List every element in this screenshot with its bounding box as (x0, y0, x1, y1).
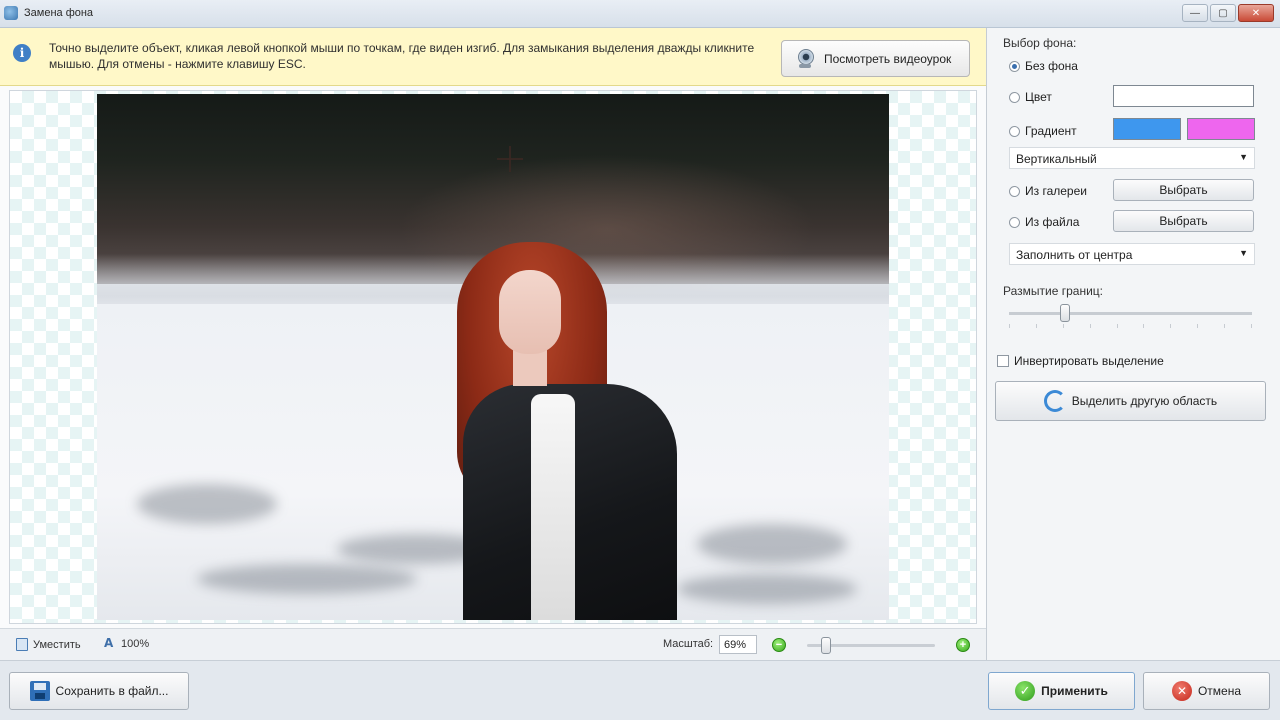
select-other-area-label: Выделить другую область (1071, 394, 1218, 408)
radio-gradient[interactable] (1009, 125, 1020, 137)
window-controls: — ▢ ✕ (1182, 4, 1274, 22)
option-color[interactable]: Цвет (1009, 90, 1052, 104)
gallery-choose-button[interactable]: Выбрать (1113, 179, 1254, 201)
cancel-label: Отмена (1197, 684, 1242, 698)
gradient-color-1-swatch[interactable] (1113, 118, 1181, 140)
option-gallery-label: Из галереи (1025, 184, 1087, 198)
chevron-down-icon: ▼ (1239, 152, 1248, 162)
crosshair-cursor-icon (497, 146, 523, 172)
photo-face (499, 270, 561, 354)
watch-video-tutorial-button[interactable]: Посмотреть видеоурок (781, 40, 970, 77)
scale-value-field[interactable]: 69% (719, 635, 757, 654)
select-other-area-button[interactable]: Выделить другую область (995, 381, 1266, 421)
apply-button[interactable]: ✓ Применить (988, 672, 1135, 710)
invert-selection-checkbox-row[interactable]: Инвертировать выделение (997, 354, 1164, 368)
radio-gallery[interactable] (1009, 185, 1020, 197)
actual-size-icon (104, 636, 116, 650)
save-to-file-label: Сохранить в файл... (55, 684, 169, 698)
chevron-down-icon: ▼ (1239, 248, 1248, 258)
scale-label-text: Масштаб: (663, 638, 714, 650)
edge-blur-ticks (1009, 324, 1252, 328)
option-no-background-label: Без фона (1025, 59, 1078, 73)
option-no-background[interactable]: Без фона (1009, 59, 1078, 73)
option-file[interactable]: Из файла (1009, 215, 1079, 229)
option-file-label: Из файла (1025, 215, 1080, 229)
background-settings-panel: Выбор фона: Без фона Цвет Градиент Верти… (986, 28, 1280, 660)
hint-bar: i Точно выделите объект, кликая левой кн… (0, 28, 986, 86)
fill-mode-value: Заполнить от центра (1016, 248, 1133, 262)
image-canvas[interactable] (9, 90, 977, 624)
zoom-out-button[interactable]: − (772, 638, 786, 652)
refresh-icon (1043, 390, 1066, 412)
info-icon: i (13, 44, 31, 62)
file-choose-button[interactable]: Выбрать (1113, 210, 1254, 232)
zoom-in-button[interactable]: + (956, 638, 970, 652)
window-titlebar: Замена фона — ▢ ✕ (0, 0, 1280, 28)
apply-label: Применить (1041, 684, 1108, 698)
radio-file[interactable] (1009, 216, 1020, 228)
cancel-icon: ✕ (1171, 681, 1192, 701)
photo-snow-patch (197, 564, 417, 594)
invert-selection-label: Инвертировать выделение (1014, 354, 1164, 368)
zoom-slider-thumb[interactable] (821, 637, 832, 654)
maximize-button[interactable]: ▢ (1210, 4, 1236, 22)
edge-blur-slider-thumb[interactable] (1060, 304, 1071, 322)
photo-snow-patch (697, 524, 847, 564)
fill-mode-select[interactable]: Заполнить от центра ▼ (1009, 243, 1255, 265)
photo-shirt (531, 394, 575, 620)
close-button[interactable]: ✕ (1238, 4, 1274, 22)
fit-to-window-button[interactable]: Уместить (16, 638, 81, 651)
option-color-label: Цвет (1025, 90, 1052, 104)
checkmark-icon: ✓ (1015, 681, 1036, 701)
webcam-icon (796, 48, 814, 69)
editor-area: i Точно выделите объект, кликая левой кн… (0, 28, 986, 660)
hint-text: Точно выделите объект, кликая левой кноп… (49, 41, 755, 71)
color-swatch[interactable] (1113, 85, 1254, 107)
fit-label: Уместить (33, 638, 81, 651)
option-gallery[interactable]: Из галереи (1009, 184, 1087, 198)
actual-size-button[interactable]: 100% (104, 636, 150, 650)
photo[interactable] (97, 94, 889, 620)
background-choice-label: Выбор фона: (1003, 36, 1077, 50)
gradient-direction-select[interactable]: Вертикальный ▼ (1009, 147, 1255, 169)
save-to-file-button[interactable]: Сохранить в файл... (9, 672, 189, 710)
actual-size-label: 100% (121, 638, 150, 650)
app-icon (4, 6, 18, 20)
window-title: Замена фона (24, 7, 94, 19)
edge-blur-label: Размытие границ: (1003, 284, 1103, 298)
gradient-color-2-swatch[interactable] (1187, 118, 1255, 140)
option-gradient-label: Градиент (1025, 124, 1077, 138)
dialog-button-bar: Сохранить в файл... ✓ Применить ✕ Отмена (0, 660, 1280, 720)
radio-color[interactable] (1009, 91, 1020, 103)
floppy-disk-icon (29, 681, 50, 701)
minimize-button[interactable]: — (1182, 4, 1208, 22)
scale-label: Масштаб: (663, 638, 713, 650)
photo-snow-patch (677, 574, 857, 604)
canvas-status-bar: Уместить 100% Масштаб: 69% − + (0, 628, 986, 660)
watch-video-tutorial-label: Посмотреть видеоурок (824, 51, 952, 66)
edge-blur-slider-track[interactable] (1009, 312, 1252, 315)
cancel-button[interactable]: ✕ Отмена (1143, 672, 1270, 710)
invert-selection-checkbox[interactable] (997, 355, 1009, 367)
option-gradient[interactable]: Градиент (1009, 124, 1077, 138)
fit-icon (16, 638, 28, 651)
photo-snow-patch (137, 484, 277, 524)
radio-no-background[interactable] (1009, 60, 1020, 72)
gradient-direction-value: Вертикальный (1016, 152, 1097, 166)
